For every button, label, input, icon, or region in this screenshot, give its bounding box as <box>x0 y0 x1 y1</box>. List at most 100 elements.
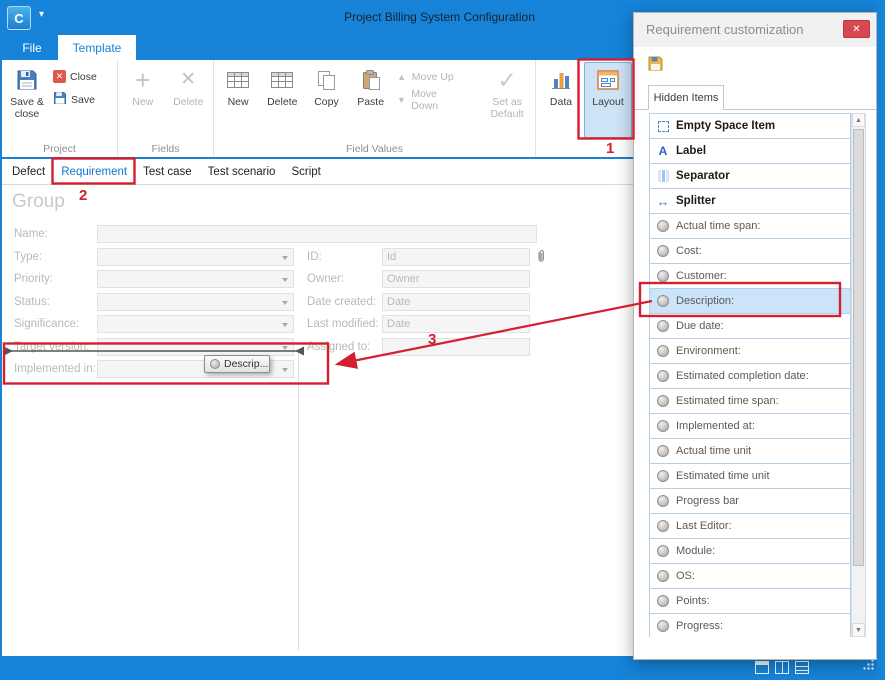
hidden-item[interactable]: Implemented at: <box>649 413 851 439</box>
paperclip-icon[interactable] <box>536 249 546 269</box>
hidden-item[interactable]: Due date: <box>649 313 851 339</box>
layout-button[interactable]: Layout <box>584 62 632 138</box>
close-label: Close <box>70 71 97 83</box>
hidden-item[interactable]: Splitter <box>649 188 851 214</box>
scrollbar-thumb[interactable] <box>853 129 864 566</box>
hidden-item[interactable]: Progress: <box>649 613 851 637</box>
document-tab[interactable]: Test scenario <box>200 159 284 184</box>
ribbon-tab-file[interactable]: File <box>10 35 54 60</box>
document-tab[interactable]: Test case <box>135 159 200 184</box>
ribbon-group-project: Save & close Close Save Project <box>2 60 118 157</box>
copy-button[interactable]: Copy <box>304 62 348 138</box>
close-button[interactable]: Close <box>50 68 100 85</box>
panel-scrollbar[interactable] <box>851 113 866 637</box>
set-as-default-button[interactable]: Set as Default <box>481 62 533 138</box>
group-title: Group <box>12 191 65 213</box>
document-tab-label: Defect <box>12 166 45 178</box>
id-field[interactable]: Id <box>382 248 530 266</box>
significance-dropdown[interactable] <box>97 315 294 333</box>
layout-icon <box>596 67 620 93</box>
owner-field[interactable]: Owner <box>382 270 530 288</box>
statusbar-split-view-icon[interactable] <box>775 661 789 674</box>
hidden-item[interactable]: Module: <box>649 538 851 564</box>
hidden-item[interactable]: Description: <box>649 288 851 314</box>
document-tab[interactable]: Requirement <box>53 159 135 184</box>
plus-icon <box>135 67 150 93</box>
ribbon-tab-template[interactable]: Template <box>58 35 136 60</box>
arrow-down-icon <box>396 95 407 105</box>
new-field-button[interactable]: New <box>120 62 166 138</box>
delete-value-label: Delete <box>267 96 297 108</box>
move-down-button[interactable]: Move Down <box>393 91 467 108</box>
hidden-item[interactable]: Last Editor: <box>649 513 851 539</box>
date-created-field[interactable]: Date <box>382 293 530 311</box>
type-dropdown[interactable] <box>97 248 294 266</box>
new-value-button[interactable]: New <box>216 62 260 138</box>
panel-save-button[interactable] <box>645 53 665 73</box>
statusbar-form-view-icon[interactable] <box>755 661 769 674</box>
delete-field-button[interactable]: Delete <box>166 62 212 138</box>
separator-icon <box>656 169 670 183</box>
name-label: Name: <box>14 225 48 243</box>
arrow-up-icon <box>396 72 408 82</box>
owner-label: Owner: <box>307 270 344 288</box>
hidden-items-tab[interactable]: Hidden Items <box>648 85 724 110</box>
ribbon-group-show: Data Layout <box>536 60 648 157</box>
resize-grip[interactable] <box>862 658 875 676</box>
document-tab[interactable]: Defect <box>4 159 53 184</box>
field-icon <box>656 394 670 408</box>
hidden-item[interactable]: Separator <box>649 163 851 189</box>
delete-field-label: Delete <box>173 96 203 108</box>
save-icon <box>53 91 67 108</box>
hidden-item-label: Module: <box>676 545 715 557</box>
delete-value-button[interactable]: Delete <box>260 62 304 138</box>
document-tab-label: Script <box>291 166 320 178</box>
hidden-item[interactable]: Estimated time span: <box>649 388 851 414</box>
ribbon-group-fields: New Delete Fields <box>118 60 214 157</box>
group-label-project: Project <box>2 143 117 155</box>
priority-label: Priority: <box>14 270 53 288</box>
hidden-item[interactable]: Estimated time unit <box>649 463 851 489</box>
panel-close-button[interactable] <box>843 20 870 38</box>
save-and-close-button[interactable]: Save & close <box>4 62 50 138</box>
status-dropdown[interactable] <box>97 293 294 311</box>
ribbon-tab-file-label: File <box>22 41 41 55</box>
hidden-item[interactable]: Estimated completion date: <box>649 363 851 389</box>
document-tab[interactable]: Script <box>283 159 328 184</box>
priority-dropdown[interactable] <box>97 270 294 288</box>
hidden-item[interactable]: Progress bar <box>649 488 851 514</box>
chevron-down-icon <box>282 301 288 305</box>
statusbar-grid-view-icon[interactable] <box>795 661 809 674</box>
save-close-icon <box>16 67 38 93</box>
splitter-icon <box>656 194 670 208</box>
hidden-item-label: Description: <box>676 295 734 307</box>
drag-ghost[interactable]: Descrip... <box>204 355 270 373</box>
panel-title: Requirement customization <box>646 22 804 37</box>
hidden-item[interactable]: Empty Space Item <box>649 113 851 139</box>
hidden-item-label: Splitter <box>676 195 716 207</box>
hidden-item[interactable]: OS: <box>649 563 851 589</box>
name-input[interactable] <box>97 225 537 243</box>
hidden-item[interactable]: Actual time unit <box>649 438 851 464</box>
paste-button[interactable]: Paste <box>349 62 393 138</box>
data-button[interactable]: Data <box>540 62 582 138</box>
last-modified-field[interactable]: Date <box>382 315 530 333</box>
hidden-item[interactable]: Environment: <box>649 338 851 364</box>
hidden-item[interactable]: Actual time span: <box>649 213 851 239</box>
ribbon-tab-template-label: Template <box>73 41 122 55</box>
hidden-items-tab-label: Hidden Items <box>654 92 719 104</box>
scroll-down-icon[interactable] <box>852 623 865 637</box>
hidden-item[interactable]: Label <box>649 138 851 164</box>
group-label-field-values: Field Values <box>214 143 535 155</box>
hidden-item[interactable]: Points: <box>649 588 851 614</box>
hidden-item-label: Last Editor: <box>676 520 732 532</box>
save-button[interactable]: Save <box>50 91 100 108</box>
id-value: Id <box>387 251 396 263</box>
field-icon <box>656 269 670 283</box>
hidden-item[interactable]: Customer: <box>649 263 851 289</box>
move-up-button[interactable]: Move Up <box>393 68 467 85</box>
hidden-item[interactable]: Cost: <box>649 238 851 264</box>
scroll-up-icon[interactable] <box>852 113 865 127</box>
close-icon <box>53 70 66 83</box>
assigned-to-field[interactable] <box>382 338 530 356</box>
